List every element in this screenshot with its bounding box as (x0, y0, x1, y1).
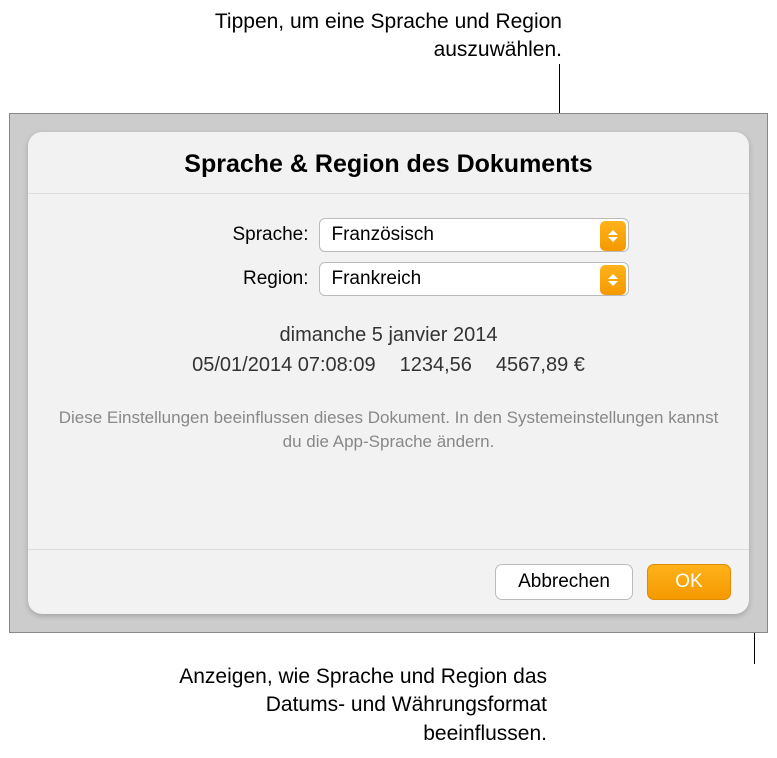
preview-currency: 4567,89 € (496, 350, 585, 380)
language-label: Sprache: (149, 224, 319, 246)
region-label: Region: (149, 268, 319, 290)
leader-line (559, 64, 560, 118)
preview-datetime: 05/01/2014 07:08:09 (192, 350, 376, 380)
dialog-footer: Abbrechen OK (28, 549, 749, 614)
callout-preview-formats: Anzeigen, wie Sprache und Region das Dat… (167, 663, 547, 748)
preview-row: 05/01/2014 07:08:09 1234,56 4567,89 € (58, 350, 719, 380)
region-select-stepper[interactable] (600, 265, 626, 295)
region-select[interactable]: Frankreich (319, 262, 629, 296)
cancel-button[interactable]: Abbrechen (495, 564, 633, 600)
callout-select-language-region: Tippen, um eine Sprache und Region auszu… (202, 8, 562, 65)
language-region-dialog: Sprache & Region des Dokuments Sprache: … (28, 132, 749, 614)
language-select-value: Französisch (332, 224, 434, 246)
dialog-title: Sprache & Region des Dokuments (28, 150, 749, 179)
info-text: Diese Einstellungen beeinflussen dieses … (58, 406, 719, 454)
chevron-down-icon (608, 281, 618, 286)
chevron-down-icon (608, 237, 618, 242)
preview-number: 1234,56 (400, 350, 472, 380)
dialog-body: Sprache: Französisch Region: Frankreich (28, 194, 749, 549)
window-frame: Sprache & Region des Dokuments Sprache: … (9, 113, 768, 633)
language-select-stepper[interactable] (600, 221, 626, 251)
chevron-up-icon (608, 274, 618, 279)
format-preview: dimanche 5 janvier 2014 05/01/2014 07:08… (58, 320, 719, 380)
language-row: Sprache: Französisch (58, 218, 719, 252)
language-select[interactable]: Französisch (319, 218, 629, 252)
ok-button[interactable]: OK (647, 564, 731, 600)
region-row: Region: Frankreich (58, 262, 719, 296)
dialog-header: Sprache & Region des Dokuments (28, 132, 749, 194)
region-select-value: Frankreich (332, 268, 422, 290)
chevron-up-icon (608, 230, 618, 235)
preview-long-date: dimanche 5 janvier 2014 (58, 320, 719, 350)
